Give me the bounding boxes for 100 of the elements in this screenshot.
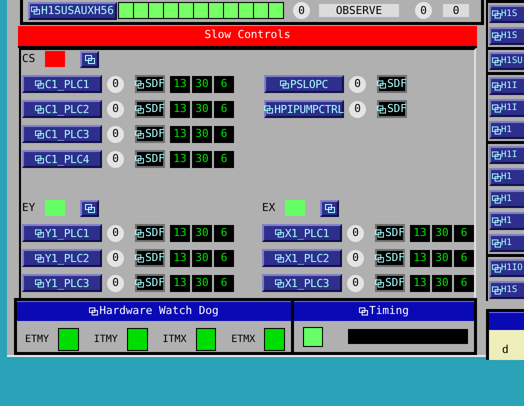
display-button[interactable]: H1S — [489, 281, 524, 299]
readout: 30 — [192, 274, 212, 292]
windows-icon — [492, 32, 501, 40]
info-text: d — [502, 343, 509, 356]
windows-icon — [492, 286, 501, 294]
display-button[interactable]: H1SU — [489, 52, 524, 70]
windows-icon — [492, 216, 501, 226]
display-button[interactable]: C1_PLC3 — [22, 125, 102, 144]
display-button[interactable] — [80, 200, 99, 217]
count-indicator: 0 — [347, 274, 364, 292]
readout: 30 — [192, 250, 212, 267]
display-button[interactable]: H1I — [489, 99, 524, 117]
readout: 6 — [214, 250, 234, 267]
windows-icon — [375, 278, 384, 288]
sdf-button[interactable]: SDF — [135, 125, 165, 144]
display-button[interactable]: PSLOPC — [264, 75, 344, 94]
display-button[interactable]: H1S — [489, 5, 524, 23]
readout: 13 — [170, 150, 190, 168]
count-indicator: 0 — [107, 100, 124, 118]
display-button[interactable]: C1_PLC4 — [22, 150, 102, 168]
windows-icon — [377, 80, 386, 89]
windows-icon — [135, 228, 144, 238]
windows-icon — [492, 104, 501, 112]
sdf-button[interactable]: SDF — [135, 274, 165, 292]
display-button[interactable]: H1 — [489, 121, 524, 139]
display-button[interactable]: H1S — [489, 27, 524, 45]
windows-icon — [492, 126, 501, 134]
display-button[interactable]: H1I — [489, 146, 524, 164]
indicator-label: ETMX — [231, 332, 256, 346]
readout: 30 — [192, 150, 212, 168]
display-button[interactable]: Y1_PLC2 — [22, 249, 102, 268]
sdf-button[interactable]: SDF — [375, 274, 405, 292]
sdf-button[interactable]: SDF — [375, 224, 405, 242]
windows-icon — [492, 82, 501, 90]
windows-icon — [274, 278, 284, 288]
display-button[interactable]: H1 — [489, 234, 524, 252]
readout: 13 — [170, 76, 190, 93]
display-button[interactable]: C1_PLC2 — [22, 100, 102, 118]
windows-icon — [31, 6, 40, 16]
display-button[interactable] — [80, 50, 99, 68]
readout: 6 — [454, 224, 474, 242]
count-indicator: 0 — [293, 2, 310, 20]
section-title: Slow Controls — [18, 26, 477, 48]
display-button[interactable]: H1 — [489, 168, 524, 186]
readout: 6 — [214, 224, 234, 242]
display-button[interactable]: Timing — [359, 303, 409, 320]
readout: 6 — [454, 274, 474, 292]
readout: 13 — [170, 224, 190, 242]
display-button[interactable]: X1_PLC1 — [262, 224, 342, 242]
windows-icon — [280, 80, 290, 89]
display-button[interactable]: C1_PLC1 — [22, 75, 102, 94]
readout: 6 — [214, 76, 234, 93]
windows-icon — [492, 238, 501, 248]
readout: 30 — [192, 76, 212, 93]
windows-icon — [34, 278, 44, 288]
display-button[interactable]: H1SUSAUXH56 — [28, 2, 117, 20]
section-label: EX — [262, 200, 276, 216]
sdf-button[interactable]: SDF — [135, 224, 165, 242]
sdf-button[interactable]: SDF — [135, 249, 165, 268]
display-button[interactable]: H1IO — [489, 259, 524, 277]
sdf-button[interactable]: SDF — [135, 150, 165, 168]
mode-label: OBSERVE — [319, 4, 399, 18]
count-indicator: 0 — [107, 224, 124, 242]
display-button[interactable]: H1 — [489, 212, 524, 230]
sdf-button[interactable]: SDF — [377, 75, 407, 94]
windows-icon — [135, 154, 144, 164]
windows-icon — [84, 54, 94, 64]
readout: 13 — [170, 274, 190, 292]
sdf-button[interactable]: SDF — [135, 75, 165, 94]
display-button[interactable]: HPIPUMPCTRL — [264, 100, 344, 118]
sdf-button[interactable]: SDF — [375, 249, 405, 268]
count-indicator: 0 — [107, 150, 124, 168]
display-button[interactable]: Hardware Watch Dog — [89, 303, 219, 320]
windows-icon — [492, 10, 501, 18]
indicator-label: ETMY — [25, 332, 50, 346]
display-button[interactable]: X1_PLC3 — [262, 274, 342, 292]
readout: 6 — [214, 150, 234, 168]
count-indicator: 0 — [107, 76, 124, 93]
windows-icon — [492, 264, 501, 272]
windows-icon — [34, 80, 44, 89]
sdf-button[interactable]: SDF — [135, 100, 165, 118]
windows-icon — [135, 278, 144, 288]
count-indicator: 0 — [349, 100, 366, 118]
windows-icon — [34, 228, 44, 238]
display-button[interactable]: X1_PLC2 — [262, 249, 342, 268]
sdf-button[interactable]: SDF — [377, 100, 407, 118]
indicator-label: ITMX — [162, 332, 187, 346]
windows-icon — [135, 130, 144, 139]
windows-icon — [375, 254, 384, 263]
count-indicator: 0 — [107, 250, 124, 267]
display-button[interactable]: Y1_PLC1 — [22, 224, 102, 242]
display-button[interactable]: H1I — [489, 77, 524, 95]
display-button[interactable] — [320, 200, 339, 217]
display-button[interactable]: H1 — [489, 190, 524, 208]
display-button[interactable]: Y1_PLC3 — [22, 274, 102, 292]
readout: 13 — [170, 100, 190, 118]
windows-icon — [34, 154, 44, 164]
section-label: EY — [22, 200, 36, 216]
windows-icon — [492, 194, 501, 204]
windows-icon — [135, 104, 144, 114]
